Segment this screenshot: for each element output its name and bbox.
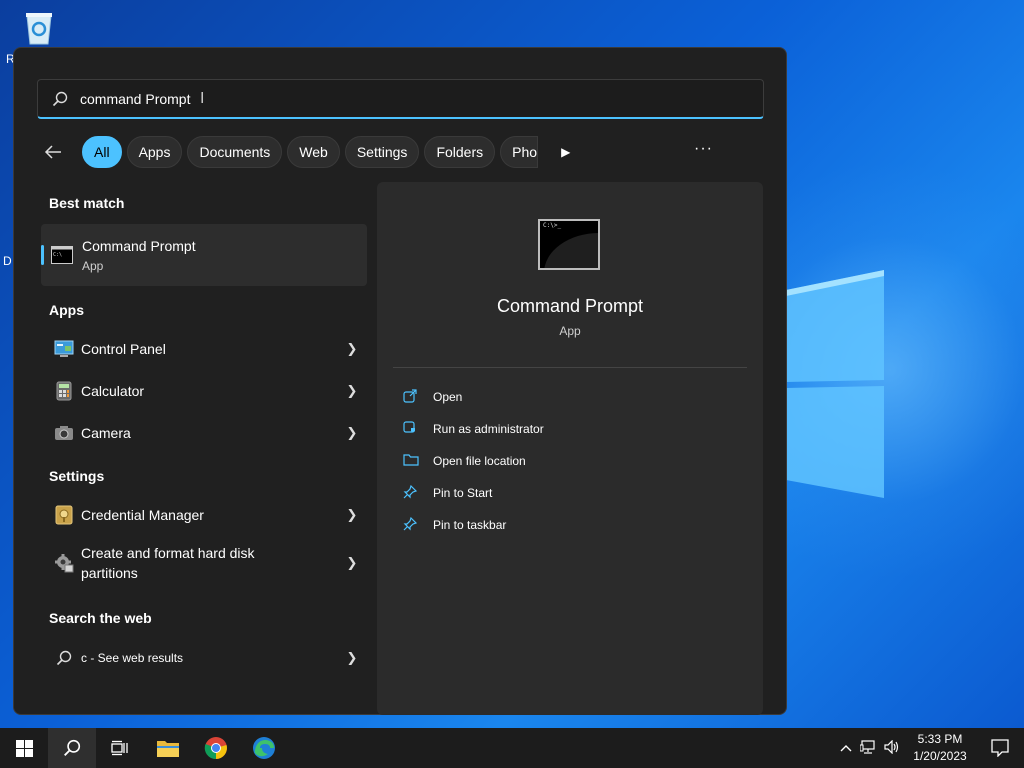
- web-suffix: - See web results: [87, 651, 184, 665]
- action-label: Pin to taskbar: [433, 518, 507, 532]
- chevron-right-icon[interactable]: ❯: [337, 383, 367, 399]
- search-icon: [52, 91, 68, 106]
- command-prompt-large-icon: C:\>_: [538, 219, 600, 270]
- action-pin-to-taskbar[interactable]: Pin to taskbar: [403, 513, 506, 537]
- filter-chip-web[interactable]: Web: [287, 136, 340, 168]
- action-label: Pin to Start: [433, 486, 493, 500]
- list-item-label-line1: Create and format hard disk: [81, 545, 255, 561]
- start-search-panel: I All Apps Documents Web Settings Folder…: [13, 47, 787, 715]
- notification-icon: [991, 739, 1009, 757]
- chevron-up-icon[interactable]: [840, 741, 852, 755]
- chevron-right-icon[interactable]: ❯: [337, 425, 367, 441]
- file-explorer-button[interactable]: [144, 728, 192, 768]
- selection-indicator: [41, 245, 44, 265]
- list-item-disk-management[interactable]: Create and format hard disk partitions ❯: [41, 536, 367, 590]
- back-arrow-icon[interactable]: [44, 145, 74, 159]
- start-button[interactable]: [0, 728, 48, 768]
- text-cursor-icon: I: [200, 90, 205, 107]
- filter-bar: All Apps Documents Web Settings Folders …: [44, 136, 764, 168]
- list-item-label: Create and format hard disk partitions: [81, 543, 337, 583]
- filter-chip-apps[interactable]: Apps: [126, 136, 183, 168]
- chevron-right-icon[interactable]: ❯: [337, 555, 367, 571]
- chevron-right-icon[interactable]: ❯: [337, 341, 367, 357]
- windows-wallpaper-logo: [786, 270, 884, 498]
- filter-chip-documents[interactable]: Documents: [187, 136, 283, 168]
- filter-chip-photos[interactable]: Pho: [500, 136, 539, 168]
- notifications-button[interactable]: [976, 739, 1024, 757]
- filter-chip-all[interactable]: All: [82, 136, 122, 168]
- list-item-credential-manager[interactable]: Credential Manager ❯: [41, 495, 367, 535]
- task-view-button[interactable]: [96, 728, 144, 768]
- list-item-web-search[interactable]: c - See web results ❯: [41, 638, 367, 678]
- action-label: Open file location: [433, 454, 526, 468]
- search-box[interactable]: I: [37, 79, 764, 119]
- best-match-heading: Best match: [49, 195, 125, 211]
- divider: [393, 367, 747, 368]
- chrome-button[interactable]: [192, 728, 240, 768]
- apps-heading: Apps: [49, 302, 84, 318]
- action-open[interactable]: Open: [403, 385, 462, 409]
- recycle-bin-icon[interactable]: [20, 8, 58, 48]
- search-icon: [64, 739, 81, 756]
- volume-icon[interactable]: [884, 739, 900, 757]
- pin-icon: [403, 516, 433, 534]
- taskbar: 5:33 PM 1/20/2023: [0, 728, 1024, 768]
- search-icon: [41, 650, 81, 666]
- command-prompt-icon: C:\: [51, 246, 73, 264]
- preview-title: Command Prompt: [496, 296, 644, 316]
- clock[interactable]: 5:33 PM 1/20/2023: [904, 731, 976, 765]
- list-item-label: Calculator: [81, 383, 145, 399]
- taskbar-search-button[interactable]: [48, 728, 96, 768]
- list-item-label: Camera: [81, 425, 131, 441]
- preview-pane: C:\>_ Command Prompt App Open Run as adm…: [377, 182, 763, 715]
- svg-text:C:\: C:\: [53, 252, 62, 258]
- desktop-icon-label: D: [3, 254, 12, 268]
- credential-manager-icon: [41, 505, 81, 525]
- web-search-label: c - See web results: [81, 651, 337, 665]
- clock-time: 5:33 PM: [917, 732, 963, 746]
- task-view-icon: [111, 740, 128, 756]
- icon-prompt-text: C:\>_: [543, 222, 562, 229]
- list-item-camera[interactable]: Camera ❯: [41, 413, 367, 453]
- chevron-right-icon[interactable]: ❯: [337, 507, 367, 523]
- settings-heading: Settings: [49, 468, 105, 484]
- network-icon[interactable]: [859, 739, 876, 757]
- filter-chip-folders[interactable]: Folders: [424, 136, 496, 168]
- pin-icon: [403, 484, 433, 502]
- action-open-file-location[interactable]: Open file location: [403, 449, 526, 473]
- edge-icon: [253, 737, 275, 759]
- list-item-label: Control Panel: [81, 341, 166, 357]
- camera-icon: [41, 425, 81, 441]
- folder-icon: [403, 453, 433, 469]
- system-tray: 5:33 PM 1/20/2023: [836, 728, 1024, 768]
- windows-logo-icon: [15, 739, 33, 757]
- edge-button[interactable]: [240, 728, 288, 768]
- control-panel-icon: [41, 340, 81, 358]
- scroll-right-icon[interactable]: ▶: [561, 145, 570, 159]
- chevron-right-icon[interactable]: ❯: [337, 650, 367, 666]
- search-input[interactable]: [80, 90, 680, 107]
- action-label: Run as administrator: [433, 422, 544, 436]
- action-label: Open: [433, 390, 463, 404]
- shield-admin-icon: [403, 420, 433, 438]
- more-options-icon[interactable]: ···: [694, 140, 713, 158]
- list-item-label-line2: partitions: [81, 565, 138, 581]
- action-run-as-administrator[interactable]: Run as administrator: [403, 417, 544, 441]
- open-external-icon: [403, 388, 433, 406]
- chrome-icon: [204, 737, 227, 760]
- list-item-calculator[interactable]: Calculator ❯: [41, 371, 367, 411]
- list-item-control-panel[interactable]: Control Panel ❯: [41, 329, 367, 369]
- search-web-heading: Search the web: [49, 610, 152, 626]
- filter-chip-settings[interactable]: Settings: [344, 136, 420, 168]
- action-pin-to-start[interactable]: Pin to Start: [403, 481, 492, 505]
- best-match-title: Command Prompt: [82, 238, 196, 254]
- calculator-icon: [41, 381, 81, 401]
- preview-subtitle: App: [559, 324, 581, 338]
- file-explorer-icon: [157, 741, 179, 757]
- clock-date: 1/20/2023: [913, 749, 967, 763]
- best-match-subtitle: App: [82, 259, 104, 273]
- best-match-item[interactable]: C:\ Command Prompt App: [41, 224, 367, 286]
- list-item-label: Credential Manager: [81, 507, 204, 523]
- disk-management-icon: [41, 553, 81, 573]
